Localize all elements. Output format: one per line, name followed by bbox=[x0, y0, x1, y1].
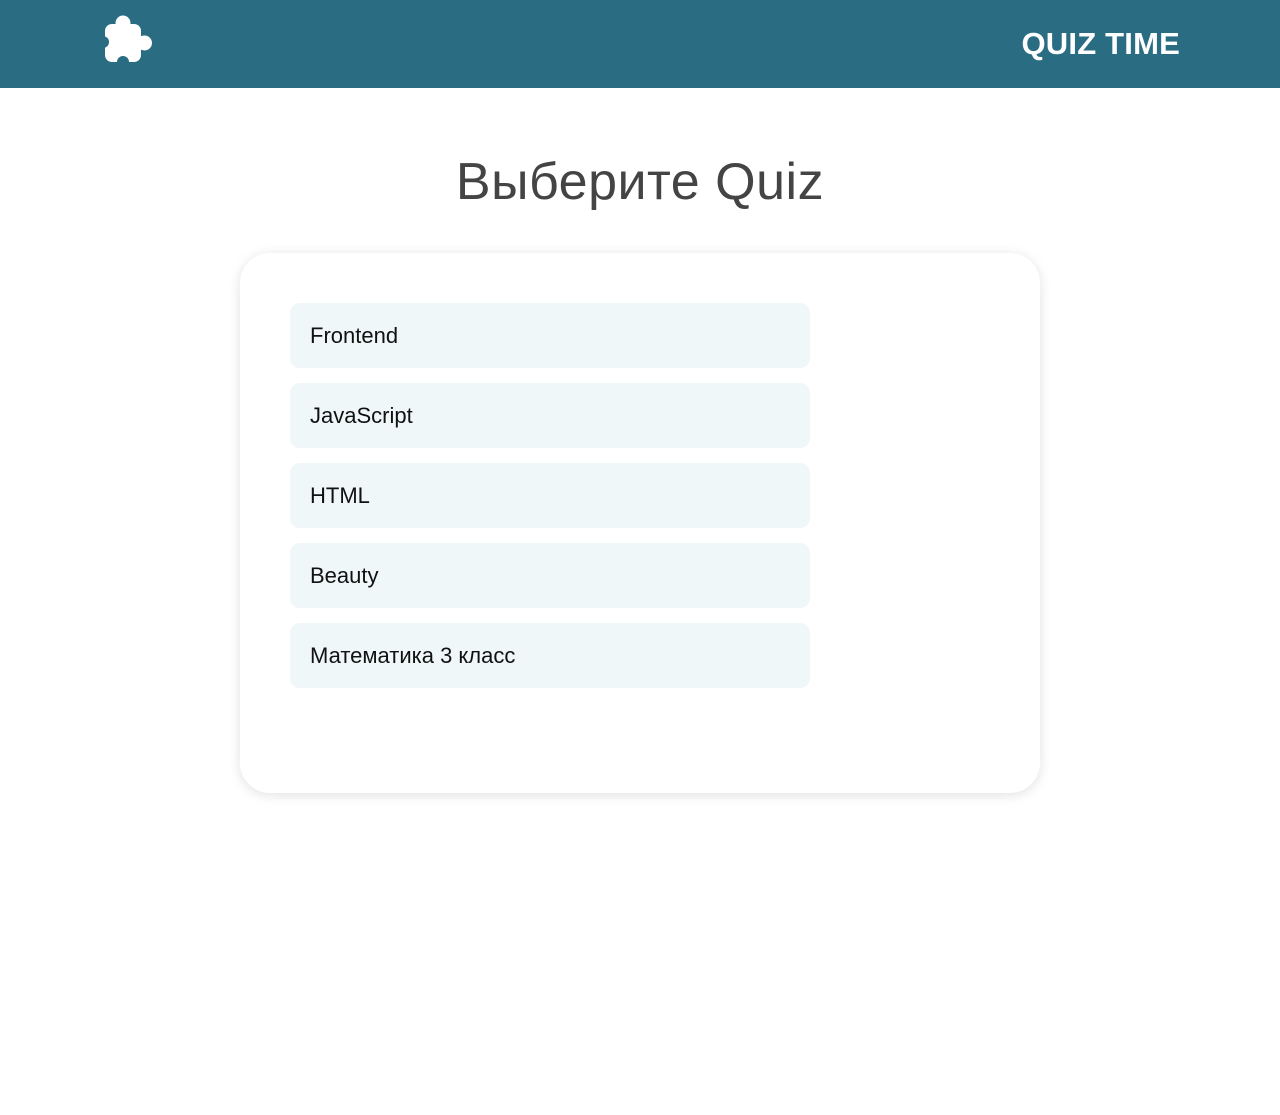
quiz-list: Frontend JavaScript HTML Beauty Математи… bbox=[290, 303, 990, 688]
quiz-item-frontend[interactable]: Frontend bbox=[290, 303, 810, 368]
site-header: QUIZ TIME bbox=[0, 0, 1280, 88]
quiz-item-javascript[interactable]: JavaScript bbox=[290, 383, 810, 448]
brand-title[interactable]: QUIZ TIME bbox=[1021, 0, 1180, 88]
puzzle-piece-icon[interactable] bbox=[97, 15, 152, 68]
quiz-item-beauty[interactable]: Beauty bbox=[290, 543, 810, 608]
quiz-item-html[interactable]: HTML bbox=[290, 463, 810, 528]
quiz-item-math-grade-3[interactable]: Математика 3 класс bbox=[290, 623, 810, 688]
quiz-list-card: Frontend JavaScript HTML Beauty Математи… bbox=[240, 253, 1040, 793]
page-title: Выберите Quiz bbox=[455, 153, 825, 211]
